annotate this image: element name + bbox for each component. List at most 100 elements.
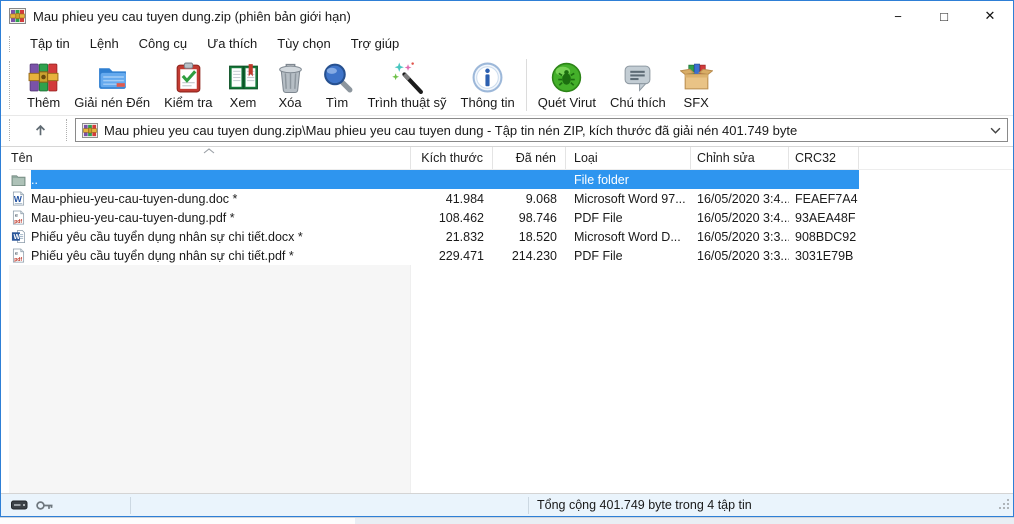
file-name-cell: epdfPhiếu yêu cầu tuyển dụng nhân sự chi…	[9, 246, 411, 265]
resize-grip[interactable]	[998, 498, 1010, 513]
winrar-window: Mau phieu yeu cau tuyen dung.zip (phiên …	[0, 0, 1014, 517]
table-row[interactable]: .. File folder	[9, 170, 1013, 189]
find-icon	[321, 61, 354, 94]
table-row[interactable]: epdf Mau-phieu-yeu-cau-tuyen-dung.pdf * 10…	[9, 208, 1013, 227]
table-row[interactable]: W Mau-phieu-yeu-cau-tuyen-dung.doc * 41.98…	[9, 189, 1013, 208]
file-modified-date	[691, 170, 789, 189]
file-name: ..	[31, 173, 38, 187]
maximize-button[interactable]: □	[921, 1, 967, 31]
minimize-button[interactable]: −	[875, 1, 921, 31]
file-list: Tên Kích thước Đã nén Loại Chỉnh sửa CRC…	[1, 146, 1013, 493]
toolbar-info-button[interactable]: Thông tin	[454, 60, 522, 111]
view-file-icon	[227, 61, 260, 94]
file-size	[411, 170, 493, 189]
toolbar-test-button[interactable]: Kiểm tra	[157, 60, 219, 111]
toolbar-virus-scan-button[interactable]: Quét Virut	[531, 60, 603, 111]
chevron-down-icon[interactable]	[990, 127, 1001, 134]
column-header-packed[interactable]: Đã nén	[493, 147, 566, 169]
pdf-file-icon: epdf	[11, 210, 26, 225]
file-name-cell: ..	[9, 170, 411, 189]
file-name: Mau-phieu-yeu-cau-tuyen-dung.pdf *	[31, 211, 235, 225]
column-headers: Tên Kích thước Đã nén Loại Chỉnh sửa CRC…	[9, 147, 1013, 170]
file-crc32	[789, 170, 859, 189]
file-crc32: 908BDC92	[789, 227, 859, 246]
column-header-crc32[interactable]: CRC32	[789, 147, 859, 169]
status-middle-section	[131, 497, 529, 514]
drive-icon[interactable]	[11, 499, 28, 511]
toolbar-wizard-button[interactable]: Trình thuật sỹ	[361, 60, 454, 111]
svg-text:W: W	[14, 194, 22, 204]
menu-cong-cu[interactable]: Công cụ	[129, 33, 197, 54]
menu-ua-thich[interactable]: Ưa thích	[197, 33, 267, 54]
table-row[interactable]: W Phiếu yêu cầu tuyển dụng nhân sự chi ti…	[9, 227, 1013, 246]
toolbar-grip	[9, 119, 10, 141]
key-icon[interactable]	[35, 499, 54, 512]
file-name: Mau-phieu-yeu-cau-tuyen-dung.doc *	[31, 192, 237, 206]
title-bar: Mau phieu yeu cau tuyen dung.zip (phiên …	[1, 1, 1013, 31]
close-button[interactable]: ✕	[967, 1, 1013, 31]
sfx-icon	[680, 61, 713, 94]
list-empty-area	[9, 265, 1013, 493]
toolbar-comment-button[interactable]: Chú thích	[603, 60, 673, 111]
toolbar-button-label: Kiểm tra	[164, 95, 212, 110]
toolbar-grip	[9, 36, 10, 52]
info-icon	[471, 61, 504, 94]
word-doc-icon: W	[11, 191, 26, 206]
test-archive-icon	[172, 61, 205, 94]
toolbar-delete-button[interactable]: Xóa	[267, 60, 314, 111]
up-one-level-button[interactable]	[20, 118, 60, 142]
file-modified-date: 16/05/2020 3:4...	[691, 208, 789, 227]
column-header-size[interactable]: Kích thước	[411, 147, 493, 169]
file-name: Phiếu yêu cầu tuyển dụng nhân sự chi tiế…	[31, 230, 303, 244]
toolbar-grip	[66, 119, 67, 141]
toolbar-find-button[interactable]: Tìm	[314, 60, 361, 111]
file-type: PDF File	[566, 208, 691, 227]
file-modified-date: 16/05/2020 3:3...	[691, 246, 789, 265]
column-header-empty	[859, 147, 1013, 169]
toolbar-extract-to-button[interactable]: Giải nén Đến	[67, 60, 157, 111]
toolbar: Thêm Giải nén Đến Kiểm tra Xem Xóa	[1, 56, 1013, 116]
toolbar-add-button[interactable]: Thêm	[20, 60, 67, 111]
menu-tap-tin[interactable]: Tập tin	[20, 33, 80, 54]
file-packed-size: 214.230	[493, 246, 566, 265]
file-name-cell: epdf Mau-phieu-yeu-cau-tuyen-dung.pdf *	[9, 208, 411, 227]
address-bar: Mau phieu yeu cau tuyen dung.zip\Mau phi…	[1, 116, 1013, 146]
file-name: Phiếu yêu cầu tuyển dụng nhân sự chi tiế…	[31, 249, 294, 263]
file-packed-size: 9.068	[493, 189, 566, 208]
toolbar-button-label: Xem	[230, 95, 257, 110]
status-left-icons	[1, 497, 131, 514]
svg-text:pdf: pdf	[14, 219, 22, 225]
menu-bar: Tập tin Lệnh Công cụ Ưa thích Tùy chọn T…	[1, 31, 1013, 56]
file-size: 229.471	[411, 246, 493, 265]
file-type: File folder	[566, 170, 691, 189]
file-name-cell: W Mau-phieu-yeu-cau-tuyen-dung.doc *	[9, 189, 411, 208]
delete-icon	[274, 61, 307, 94]
list-empty-right	[411, 265, 1013, 493]
toolbar-button-label: Giải nén Đến	[74, 95, 150, 110]
toolbar-grip	[9, 61, 10, 109]
toolbar-button-label: Xóa	[278, 95, 301, 110]
background-window-sliver	[0, 517, 1014, 524]
column-header-type[interactable]: Loại	[566, 147, 691, 169]
file-crc32: 93AEA48F	[789, 208, 859, 227]
menu-lenh[interactable]: Lệnh	[80, 33, 129, 54]
menu-tuy-chon[interactable]: Tùy chọn	[267, 33, 340, 54]
toolbar-separator	[526, 59, 527, 111]
file-packed-size: 18.520	[493, 227, 566, 246]
table-row[interactable]: epdfPhiếu yêu cầu tuyển dụng nhân sự chi…	[9, 246, 1013, 265]
toolbar-view-button[interactable]: Xem	[220, 60, 267, 111]
file-type: Microsoft Word D...	[566, 227, 691, 246]
column-header-modified[interactable]: Chỉnh sửa	[691, 147, 789, 169]
svg-text:W: W	[13, 234, 20, 241]
archive-path-combobox[interactable]: Mau phieu yeu cau tuyen dung.zip\Mau phi…	[75, 118, 1008, 142]
menu-tro-giup[interactable]: Trợ giúp	[341, 33, 410, 54]
comment-icon	[621, 61, 654, 94]
virus-scan-icon	[550, 61, 583, 94]
toolbar-button-label: Chú thích	[610, 95, 666, 110]
toolbar-sfx-button[interactable]: SFX	[673, 60, 720, 111]
status-total-text: Tổng cộng 401.749 byte trong 4 tập tin	[529, 498, 752, 512]
file-size: 108.462	[411, 208, 493, 227]
file-size: 41.984	[411, 189, 493, 208]
file-packed-size: 98.746	[493, 208, 566, 227]
extract-to-icon	[96, 61, 129, 94]
